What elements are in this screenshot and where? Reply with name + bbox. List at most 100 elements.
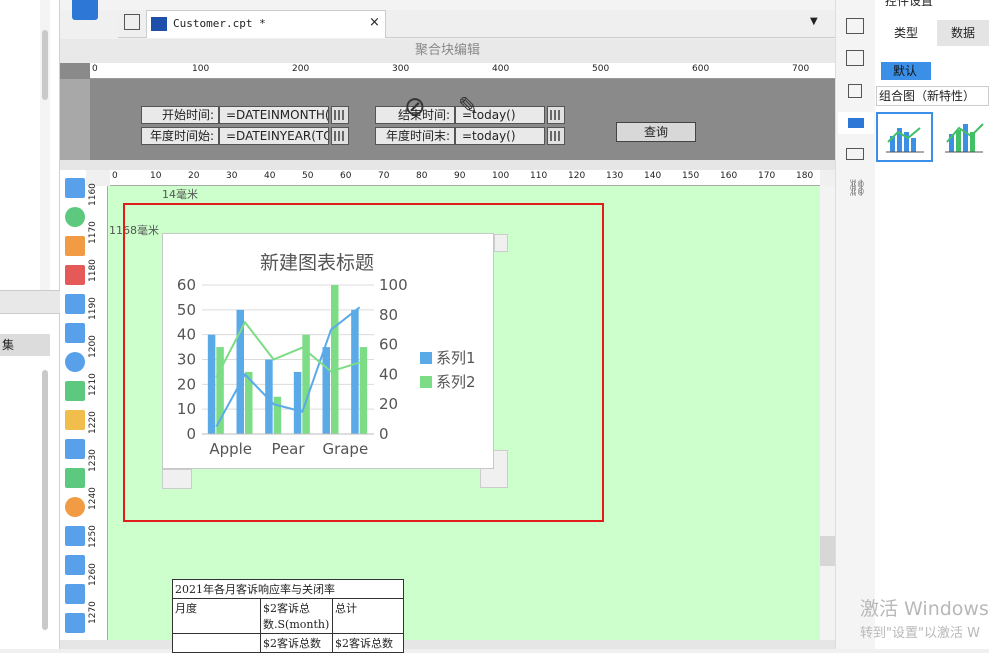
combo-chart-thumbnail-selected[interactable]	[876, 112, 933, 162]
layout-icon[interactable]	[846, 18, 864, 34]
tab-label: Customer.cpt *	[173, 17, 266, 30]
y-axis-right-tick: 100	[379, 276, 408, 294]
combo-chart-icon	[886, 127, 924, 153]
tab-type[interactable]: 类型	[875, 20, 937, 46]
ruler-tick-label: 100	[492, 171, 510, 181]
ruler-tick-label: 150	[682, 171, 700, 181]
tab-dropdown-icon[interactable]: ▼	[810, 16, 818, 27]
default-style-chip[interactable]: 默认	[881, 62, 931, 80]
widget-settings-tab[interactable]	[838, 112, 874, 134]
map-icon[interactable]	[65, 555, 85, 575]
ruler-tick-label: 10	[150, 171, 162, 181]
chart-type-toolbar	[60, 170, 86, 640]
ruler-tick-label: 30	[226, 171, 238, 181]
table-cell[interactable]	[172, 633, 261, 653]
table-cell[interactable]: 总计	[332, 598, 404, 634]
calendar-icon[interactable]	[331, 127, 349, 145]
area-chart-icon[interactable]	[65, 323, 85, 343]
crop-icon[interactable]	[848, 84, 862, 98]
table-cell[interactable]: $2客诉总数	[332, 633, 404, 653]
y-axis-left-tick: 50	[177, 301, 196, 319]
combo-chart-thumbnail[interactable]	[937, 112, 989, 162]
widget-icon	[848, 118, 864, 128]
radar-chart-icon[interactable]	[65, 381, 85, 401]
y-axis-left-tick: 20	[177, 375, 196, 393]
x-axis-tick: Apple	[209, 440, 252, 458]
horizontal-bar-icon[interactable]	[65, 265, 85, 285]
resize-handle[interactable]	[162, 469, 192, 489]
canvas-vertical-ruler: 1160 1170 1180 1190 1200 1210 1220 1230 1240 1250…	[86, 183, 108, 640]
pie-chart-icon[interactable]	[65, 207, 85, 227]
ruler-tick-label: 200	[292, 64, 310, 74]
table-title[interactable]: 2021年各月客诉响应率与关闭率	[172, 579, 404, 599]
separator	[60, 160, 835, 170]
scatter-chart-icon[interactable]	[65, 410, 85, 430]
donut-chart-icon[interactable]	[65, 497, 85, 517]
bubble-chart-icon[interactable]	[65, 439, 85, 459]
file-icon	[151, 17, 167, 31]
year-end-field[interactable]: =today()	[455, 127, 545, 145]
y-axis-right-tick: 60	[379, 336, 398, 354]
y-axis-right-tick: 40	[379, 365, 398, 383]
top-toolbar	[60, 0, 835, 10]
ruler-tick-label: 80	[416, 171, 428, 181]
close-icon[interactable]: ×	[369, 15, 380, 30]
combo-chart[interactable]: 新建图表标题 0 10 20 30 40 50 60 0 20 40 60 80 100 Apple Pear…	[162, 233, 494, 469]
report-table: 2021年各月客诉响应率与关闭率 月度 $2客诉总数.S(month) 总计 $…	[172, 579, 404, 653]
start-time-field[interactable]: =DATEINMONTH(1	[219, 106, 329, 124]
ruler-tick-label: 130	[606, 171, 624, 181]
chart-bar	[273, 396, 282, 434]
calendar-icon[interactable]	[331, 106, 349, 124]
treemap-icon[interactable]	[65, 584, 85, 604]
map-icon[interactable]	[65, 526, 85, 546]
hide-icon[interactable]: ⊘	[404, 92, 426, 122]
chart-bar	[322, 347, 330, 434]
tab-data[interactable]: 数据	[937, 20, 989, 46]
canvas-vertical-scrollbar[interactable]	[820, 186, 835, 640]
bar-chart-icon[interactable]	[65, 236, 85, 256]
ruler-tick-label: 60	[340, 171, 352, 181]
grid-icon[interactable]	[124, 14, 140, 30]
left-panel-scroll-thumb[interactable]	[42, 30, 48, 100]
year-start-field[interactable]: =DATEINYEAR(TO	[219, 127, 329, 145]
y-axis-right-tick: 20	[379, 395, 398, 413]
gauge-icon[interactable]	[65, 352, 85, 372]
form-widget-icon[interactable]	[72, 0, 98, 20]
link-icon[interactable]: ⛓	[847, 178, 867, 197]
line-chart-icon[interactable]	[65, 294, 85, 314]
scroll-thumb[interactable]	[820, 536, 835, 566]
ruler-tick-label: 1200	[88, 335, 98, 358]
left-panel-scroll-thumb-lower[interactable]	[42, 370, 48, 630]
condition-icon[interactable]	[846, 148, 864, 160]
table-chart-icon[interactable]	[65, 178, 85, 198]
tab-customer[interactable]: Customer.cpt * ×	[146, 10, 386, 38]
legend-label: 系列2	[436, 373, 476, 391]
y-axis-left-tick: 0	[186, 425, 196, 443]
query-button[interactable]: 查询	[616, 122, 696, 142]
chart-title: 新建图表标题	[260, 252, 374, 274]
ruler-tick-label: 160	[720, 171, 738, 181]
ruler-tick-label: 140	[644, 171, 662, 181]
cell-icon[interactable]	[846, 50, 864, 66]
table-cell[interactable]: $2客诉总数	[260, 633, 333, 653]
combo-chart-icon[interactable]	[65, 468, 85, 488]
ruler-tick-label: 1190	[88, 297, 98, 320]
left-panel-divider[interactable]	[0, 290, 60, 314]
pencil-icon[interactable]: ✎	[458, 92, 478, 120]
right-sidebar: ⛓	[835, 0, 875, 649]
ruler-tick-label: 1180	[88, 259, 98, 282]
left-panel-item[interactable]: 集	[0, 334, 50, 356]
ruler-tick-label: 1270	[88, 601, 98, 624]
table-cell[interactable]: 月度	[172, 598, 261, 634]
width-dimension-label: 14毫米	[162, 188, 198, 201]
calendar-icon[interactable]	[547, 127, 565, 145]
year-end-label: 年度时间末:	[375, 127, 455, 145]
calendar-icon[interactable]	[547, 106, 565, 124]
ruler-tick-label: 1210	[88, 373, 98, 396]
chart-type-select[interactable]: 组合图（新特性）	[876, 86, 989, 106]
table-cell[interactable]: $2客诉总数.S(month)	[260, 598, 333, 634]
resize-handle[interactable]	[494, 234, 508, 252]
ruler-tick-label: 300	[392, 64, 410, 74]
funnel-icon[interactable]	[65, 613, 85, 633]
ruler-tick-label: 400	[492, 64, 510, 74]
